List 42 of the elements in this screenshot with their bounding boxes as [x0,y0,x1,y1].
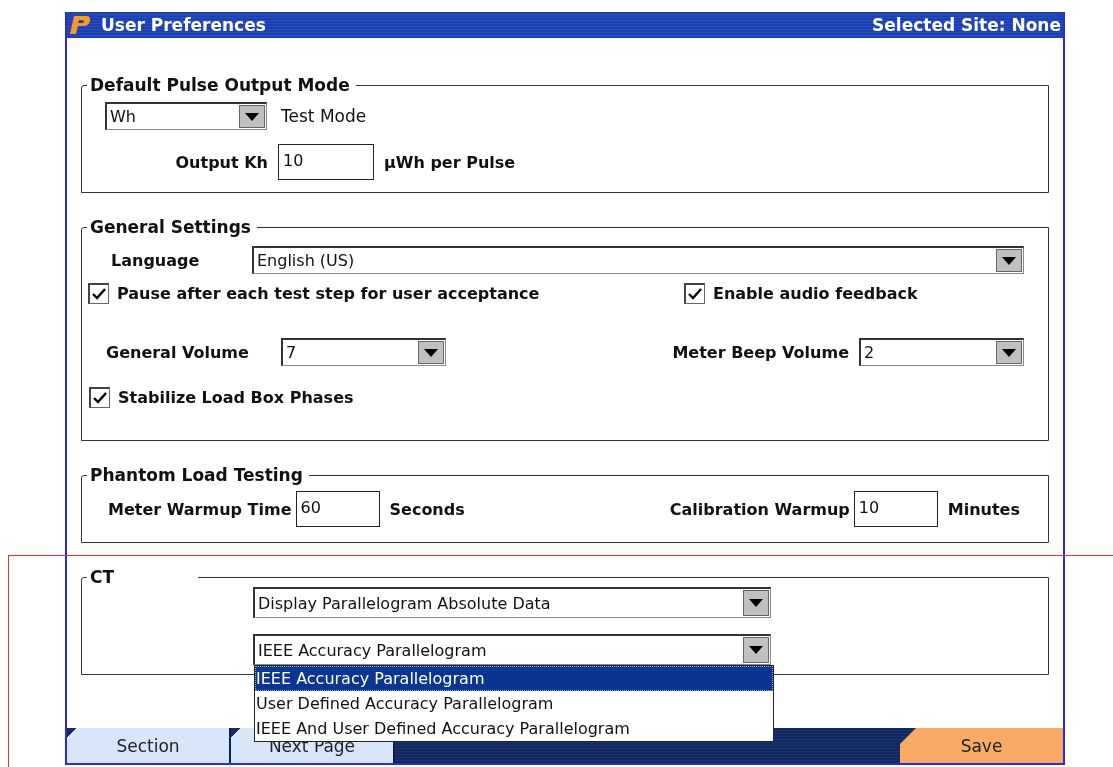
group-title: Phantom Load Testing [90,465,303,485]
dropdown[interactable]: English (US) [252,246,1024,274]
dropdown[interactable]: 7 [281,338,446,366]
checkbox-label: Pause after each test step for user acceptance [117,284,540,303]
field-label: µWh per Pulse [384,152,516,172]
group-title: CT [90,567,115,587]
checkbox-label: Stabilize Load Box Phases [118,388,354,407]
field-label: Meter Beep Volume [672,342,849,362]
dropdown[interactable]: Display Parallelogram Absolute Data [253,587,771,618]
group-title: Default Pulse Output Mode [90,75,350,95]
save-button[interactable]: Save [900,728,1063,763]
caret-icon[interactable] [996,341,1022,364]
dropdown-option[interactable]: User Defined Accuracy Parallelogram [255,691,773,716]
checkbox[interactable] [88,283,109,304]
logo-icon [69,15,91,35]
field-label: Meter Warmup Time [108,499,292,519]
tab-button[interactable]: Section [67,728,231,763]
field-label: Calibration Warmup [669,499,850,519]
field-label: Test Mode [281,106,367,126]
text-field[interactable]: 10 [853,491,938,527]
field-label: Seconds [389,499,465,519]
dropdown[interactable]: IEEE Accuracy Parallelogram [253,634,771,665]
field-label: General Volume [106,342,250,362]
dropdown[interactable]: Wh [105,102,267,130]
group-title: General Settings [90,217,251,237]
caret-icon[interactable] [996,249,1022,272]
caret-icon[interactable] [239,105,265,128]
checkbox-label: Enable audio feedback [713,284,918,303]
checkbox[interactable] [89,387,110,408]
caret-icon[interactable] [743,590,769,616]
caret-icon[interactable] [743,637,769,663]
dropdown[interactable]: 2 [859,338,1024,366]
caret-icon[interactable] [418,341,444,364]
text-field[interactable]: 60 [295,491,380,527]
dropdown-option[interactable]: IEEE Accuracy Parallelogram [255,666,773,691]
field-label: Language [111,250,201,270]
site-status: Selected Site: None [872,15,1061,35]
field-label: Minutes [947,499,1020,519]
window-title: User Preferences [101,15,267,35]
checkbox[interactable] [684,283,705,304]
text-field[interactable]: 10 [278,144,374,180]
field-label: Output Kh [174,152,268,172]
